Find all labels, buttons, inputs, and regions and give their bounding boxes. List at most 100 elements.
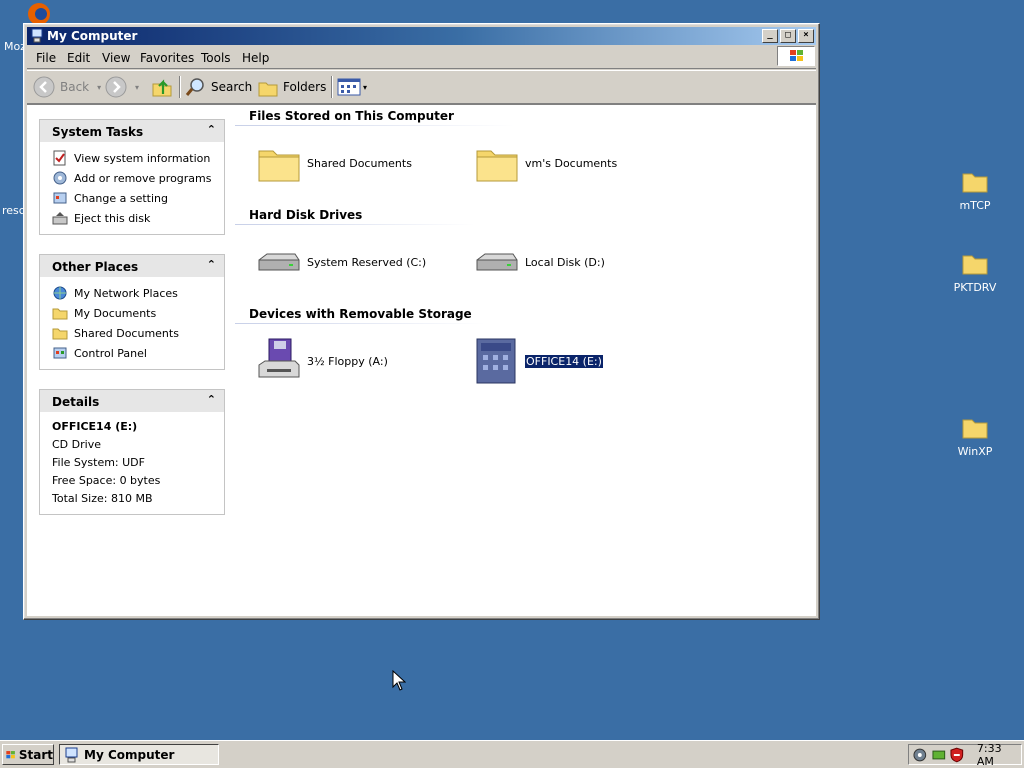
- back-dropdown-icon[interactable]: ▾: [97, 83, 101, 92]
- menu-edit[interactable]: Edit: [67, 51, 90, 65]
- detail-total-size: Total Size: 810 MB: [52, 492, 153, 505]
- computer-icon: [65, 747, 78, 762]
- folders-label: Folders: [283, 80, 327, 94]
- desktop: Moz resc mTCP PKTDRV WinXP My Computer _: [0, 0, 1024, 768]
- clock[interactable]: 7:33 AM: [977, 742, 1021, 768]
- detail-free-space: Free Space: 0 bytes: [52, 474, 161, 487]
- folder-icon: [52, 328, 68, 340]
- item-label: vm's Documents: [525, 156, 618, 170]
- search-icon: [185, 78, 204, 96]
- desktop-icon-pktdrv[interactable]: PKTDRV: [940, 250, 1010, 294]
- place-label: My Documents: [74, 306, 157, 320]
- tray-connection-icon[interactable]: [931, 747, 947, 763]
- task-view-system-information[interactable]: View system information: [52, 148, 224, 168]
- cd-drive-selected-icon: [476, 338, 516, 384]
- place-label: Control Panel: [74, 346, 147, 360]
- item-shared-documents[interactable]: Shared Documents: [255, 139, 412, 187]
- desktop-icon-winxp[interactable]: WinXP: [940, 414, 1010, 458]
- back-label: Back: [60, 80, 90, 94]
- collapse-chevron-icon[interactable]: ⌃: [207, 393, 216, 406]
- back-button[interactable]: Back ▾: [33, 76, 101, 98]
- forward-arrow-icon: [105, 76, 127, 98]
- task-label: View system information: [74, 151, 211, 165]
- desktop-icon-label: PKTDRV: [953, 281, 997, 294]
- taskbar-button-my-computer[interactable]: My Computer: [59, 744, 219, 765]
- forward-button[interactable]: ▾: [105, 76, 139, 98]
- section-title-hdd: Hard Disk Drives: [249, 208, 363, 222]
- folder-icon: [962, 173, 988, 193]
- documents-folder-icon: [52, 308, 68, 320]
- add-remove-programs-icon: [53, 171, 67, 185]
- folders-button[interactable]: Folders: [257, 76, 326, 98]
- folder-icon: [476, 150, 518, 182]
- maximize-button[interactable]: □: [780, 29, 796, 43]
- item-floppy-a[interactable]: 3½ Floppy (A:): [255, 337, 388, 385]
- place-my-network-places[interactable]: My Network Places: [52, 283, 224, 303]
- details-header[interactable]: Details ⌃: [40, 390, 224, 412]
- task-label: Eject this disk: [74, 211, 151, 225]
- panel-title: Other Places: [52, 260, 139, 274]
- task-change-setting[interactable]: Change a setting: [52, 188, 224, 208]
- system-tasks-panel: System Tasks ⌃ View system information A…: [39, 119, 225, 235]
- start-button[interactable]: Start: [2, 744, 54, 765]
- task-add-remove-programs[interactable]: Add or remove programs: [52, 168, 224, 188]
- forward-dropdown-icon[interactable]: ▾: [135, 83, 139, 92]
- item-drive-c[interactable]: System Reserved (C:): [255, 238, 426, 286]
- other-places-header[interactable]: Other Places ⌃: [40, 255, 224, 277]
- views-icon: [337, 78, 361, 96]
- window-title: My Computer: [47, 29, 138, 43]
- detail-name: OFFICE14 (E:): [52, 420, 138, 433]
- menu-view[interactable]: View: [102, 51, 130, 65]
- my-computer-window: My Computer _ □ × File Edit View Favorit…: [23, 23, 820, 620]
- views-button[interactable]: ▾: [337, 76, 367, 98]
- item-label-selected: OFFICE14 (E:): [524, 353, 604, 369]
- item-vms-documents[interactable]: vm's Documents: [473, 139, 617, 187]
- folder-icon: [258, 150, 300, 182]
- place-label: My Network Places: [74, 286, 178, 300]
- section-title-files: Files Stored on This Computer: [249, 109, 454, 123]
- task-eject-disk[interactable]: Eject this disk: [52, 208, 224, 228]
- section-divider: [235, 224, 475, 225]
- other-places-panel: Other Places ⌃ My Network Places My Docu…: [39, 254, 225, 370]
- floppy-drive-icon: [258, 338, 300, 378]
- details-panel: Details ⌃ OFFICE14 (E:) CD Drive File Sy…: [39, 389, 225, 515]
- system-tasks-header[interactable]: System Tasks ⌃: [40, 120, 224, 142]
- item-cd-drive-e[interactable]: OFFICE14 (E:): [473, 337, 604, 385]
- desktop-partial-label-2: resc: [2, 204, 25, 217]
- up-folder-icon: [152, 79, 172, 97]
- place-label: Shared Documents: [74, 326, 179, 340]
- collapse-chevron-icon[interactable]: ⌃: [207, 123, 216, 136]
- detail-file-system: File System: UDF: [52, 456, 145, 469]
- tray-network-icon[interactable]: [912, 747, 928, 763]
- folder-icon: [962, 419, 988, 439]
- menu-help[interactable]: Help: [242, 51, 269, 65]
- item-label: 3½ Floppy (A:): [307, 354, 388, 368]
- tray-security-shield-icon[interactable]: [949, 747, 965, 763]
- place-my-documents[interactable]: My Documents: [52, 303, 224, 323]
- desktop-icon-mtcp[interactable]: mTCP: [940, 168, 1010, 212]
- control-panel-icon: [53, 347, 67, 359]
- menu-favorites[interactable]: Favorites: [140, 51, 194, 65]
- windows-flag-icon: [6, 750, 15, 758]
- panel-title: System Tasks: [52, 125, 144, 139]
- up-folder-button[interactable]: [151, 76, 173, 98]
- views-dropdown-icon[interactable]: ▾: [363, 83, 367, 92]
- toolbar-separator: [331, 76, 333, 98]
- minimize-button[interactable]: _: [762, 29, 778, 43]
- collapse-chevron-icon[interactable]: ⌃: [207, 258, 216, 271]
- content-area: System Tasks ⌃ View system information A…: [27, 104, 816, 616]
- desktop-icon-label: mTCP: [959, 199, 991, 212]
- place-shared-documents[interactable]: Shared Documents: [52, 323, 224, 343]
- mouse-cursor-icon: [392, 670, 406, 691]
- title-bar[interactable]: My Computer _ □ ×: [27, 27, 816, 45]
- search-button[interactable]: Search: [185, 76, 252, 98]
- item-drive-d[interactable]: Local Disk (D:): [473, 238, 605, 286]
- toolbar: Back ▾ ▾ Search Folders ▾: [27, 70, 816, 104]
- panel-title: Details: [52, 395, 100, 409]
- menu-tools[interactable]: Tools: [201, 51, 231, 65]
- system-info-icon: [53, 150, 66, 166]
- place-control-panel[interactable]: Control Panel: [52, 343, 224, 363]
- section-divider: [235, 323, 485, 324]
- close-button[interactable]: ×: [798, 29, 814, 43]
- menu-file[interactable]: File: [36, 51, 56, 65]
